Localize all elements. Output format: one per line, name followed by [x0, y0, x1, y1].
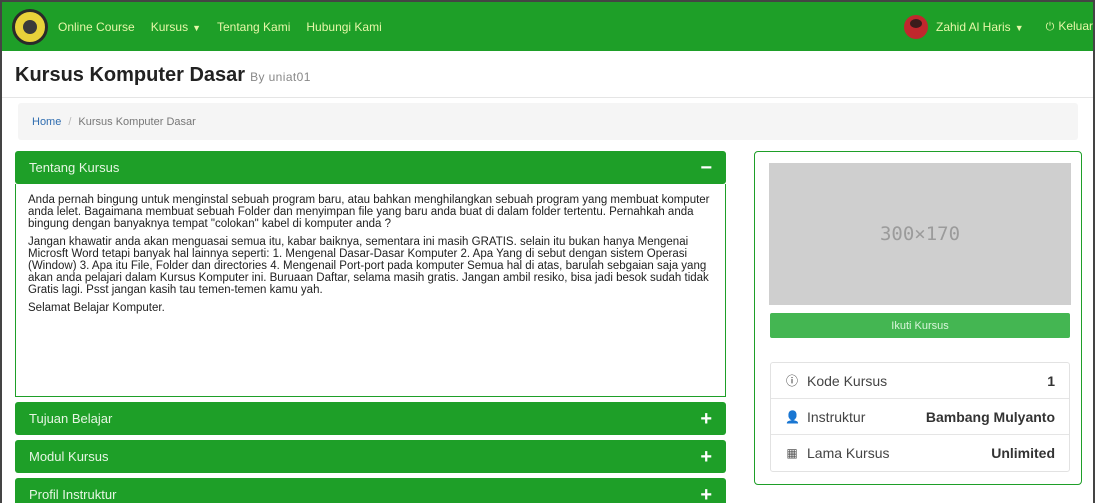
breadcrumb-current: Kursus Komputer Dasar	[78, 115, 196, 128]
course-title: Kursus Komputer Dasar	[15, 64, 246, 86]
info-value: Bambang Mulyanto	[925, 408, 1055, 425]
panel-header-modul-kursus[interactable]: Modul Kursus +	[15, 440, 726, 473]
site-logo-icon[interactable]	[12, 8, 48, 45]
about-paragraph: Selamat Belajar Komputer.	[28, 302, 165, 314]
info-label: Instruktur	[807, 408, 866, 425]
breadcrumb-home-link[interactable]: Home	[32, 116, 61, 128]
about-paragraph: Jangan khawatir anda akan menguasai semu…	[28, 236, 709, 296]
minus-icon[interactable]: −	[700, 158, 712, 178]
top-navbar: Online Course Kursus ▼ Tentang Kami Hubun…	[2, 2, 1093, 51]
nav-item-hubungi-kami[interactable]: Hubungi Kami	[306, 20, 381, 34]
nav-item-tentang-kami[interactable]: Tentang Kami	[217, 20, 290, 34]
panel-title: Tentang Kursus	[29, 160, 120, 175]
power-icon: ⏻	[1045, 21, 1055, 33]
course-author: By uniat01	[250, 70, 311, 84]
enroll-button[interactable]: Ikuti Kursus	[770, 313, 1070, 338]
info-value: Unlimited	[991, 445, 1055, 461]
plus-icon[interactable]: +	[700, 447, 712, 467]
breadcrumb-separator: /	[68, 115, 72, 128]
nav-brand-link[interactable]: Online Course	[58, 20, 135, 34]
plus-icon[interactable]: +	[700, 485, 712, 503]
info-row-kode-kursus: ⓘ Kode Kursus 1	[771, 363, 1069, 399]
calendar-icon: ▦	[786, 446, 798, 460]
info-row-lama-kursus: ▦ Lama Kursus Unlimited	[771, 435, 1069, 471]
info-label: Lama Kursus	[807, 445, 890, 461]
panel-header-profil-instruktur[interactable]: Profil Instruktur +	[15, 478, 726, 503]
course-thumbnail: 300×170	[769, 163, 1071, 305]
course-info-list: ⓘ Kode Kursus 1 👤 Instruktur Bambang Mulya…	[770, 362, 1070, 472]
panel-title: Tujuan Belajar	[29, 411, 113, 426]
nav-item-kursus[interactable]: Kursus ▼	[151, 20, 201, 34]
panel-body-tentang-kursus: Anda pernah bingung untuk menginstal seb…	[15, 184, 726, 397]
info-label: Kode Kursus	[807, 372, 888, 389]
nav-right-group: Zahid Al Haris ▼ ⏻ Keluar	[903, 2, 1093, 51]
panel-header-tujuan-belajar[interactable]: Tujuan Belajar +	[15, 402, 726, 435]
page-title: Kursus Komputer Dasar By uniat01	[15, 64, 311, 87]
info-circle-icon: ⓘ	[785, 374, 798, 388]
logout-label: Keluar	[1058, 19, 1093, 33]
caret-down-icon: ▼	[192, 22, 201, 33]
thumbnail-placeholder-text: 300×170	[879, 223, 961, 245]
caret-down-icon: ▼	[1014, 22, 1024, 33]
info-value: 1	[1047, 372, 1055, 389]
app-window: Online Course Kursus ▼ Tentang Kami Hubun…	[0, 0, 1095, 503]
page-header: Kursus Komputer Dasar By uniat01	[2, 51, 1093, 98]
course-accordion: Tentang Kursus − Anda pernah bingung unt…	[15, 151, 726, 503]
plus-icon[interactable]: +	[700, 409, 712, 429]
panel-title: Modul Kursus	[29, 449, 109, 464]
info-row-instruktur: 👤 Instruktur Bambang Mulyanto	[771, 399, 1069, 435]
user-name-label: Zahid Al Haris	[935, 19, 1011, 34]
logout-link[interactable]: ⏻ Keluar	[1046, 19, 1093, 34]
course-sidebar-card: 300×170 Ikuti Kursus ⓘ Kode Kursus 1 👤 Ins…	[754, 151, 1082, 485]
about-paragraph: Anda pernah bingung untuk menginstal seb…	[28, 194, 710, 230]
avatar[interactable]	[903, 14, 928, 39]
user-icon: 👤	[785, 409, 800, 424]
panel-header-tentang-kursus[interactable]: Tentang Kursus −	[15, 151, 726, 184]
nav-item-kursus-label: Kursus	[150, 19, 189, 34]
breadcrumb: Home / Kursus Komputer Dasar	[18, 103, 1078, 140]
user-menu[interactable]: Zahid Al Haris ▼	[936, 20, 1024, 34]
panel-title: Profil Instruktur	[29, 487, 117, 502]
